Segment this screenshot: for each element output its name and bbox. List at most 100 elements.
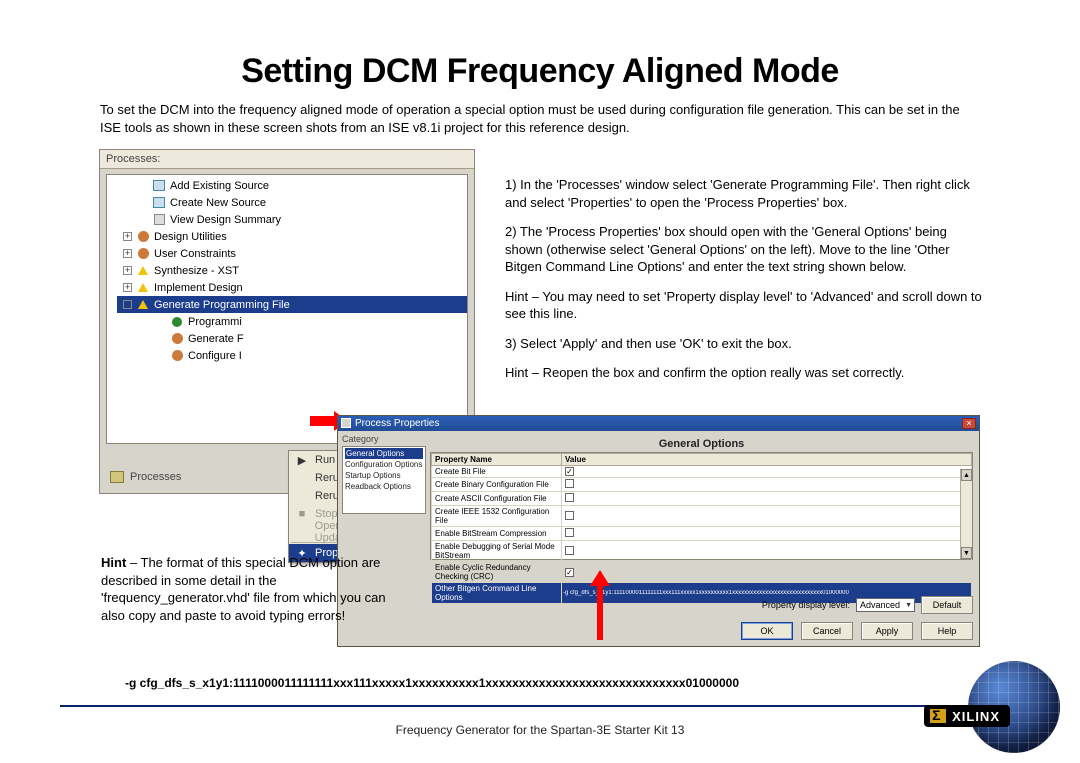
tree-item[interactable]: + Synthesize - XST bbox=[117, 262, 467, 279]
tree-expander-icon[interactable]: + bbox=[123, 232, 132, 241]
tree-item[interactable]: + Design Utilities bbox=[117, 228, 467, 245]
properties-table[interactable]: Property NameValueCreate Bit File✓Create… bbox=[431, 453, 972, 604]
property-value[interactable]: ✓ bbox=[562, 466, 972, 478]
tree-expander-icon[interactable]: + bbox=[123, 283, 132, 292]
checkbox[interactable] bbox=[565, 479, 574, 488]
tree-item[interactable]: + User Constraints bbox=[117, 245, 467, 262]
display-level-label: Property display level: bbox=[762, 600, 850, 610]
table-row[interactable]: Enable Debugging of Serial Mode BitStrea… bbox=[432, 541, 972, 562]
checkbox[interactable] bbox=[565, 546, 574, 555]
tree-item[interactable]: Generate F bbox=[117, 330, 467, 347]
instruction-step-2: 2) The 'Process Properties' box should o… bbox=[505, 223, 985, 276]
category-list[interactable]: General OptionsConfiguration OptionsStar… bbox=[342, 446, 426, 514]
tree-item-label: Generate Programming File bbox=[154, 299, 290, 311]
property-name: Enable Debugging of Serial Mode BitStrea… bbox=[432, 541, 562, 562]
menu-item-label: Stop bbox=[315, 508, 338, 520]
checkbox[interactable] bbox=[565, 511, 574, 520]
brand-label: XILINX bbox=[952, 709, 1000, 724]
tree-item[interactable]: Configure I bbox=[117, 347, 467, 364]
process-properties-window: Process Properties × Category General Op… bbox=[337, 415, 980, 647]
intro-paragraph: To set the DCM into the frequency aligne… bbox=[100, 101, 980, 136]
brand-badge: XILINX bbox=[924, 705, 1010, 727]
property-name: Enable BitStream Compression bbox=[432, 527, 562, 541]
tree-item-label: Add Existing Source bbox=[170, 180, 269, 192]
display-level-select[interactable]: Advanced bbox=[856, 598, 915, 612]
category-item[interactable]: Configuration Options bbox=[345, 459, 423, 470]
processes-tab[interactable]: Processes bbox=[106, 467, 181, 487]
close-icon[interactable]: × bbox=[962, 418, 976, 429]
footer-text: Frequency Generator for the Spartan-3E S… bbox=[0, 723, 1080, 737]
category-item[interactable]: General Options bbox=[345, 448, 423, 459]
warn-icon bbox=[136, 299, 150, 311]
property-name: Create Bit File bbox=[432, 466, 562, 478]
help-button[interactable]: Help bbox=[921, 622, 973, 640]
warn-icon bbox=[136, 265, 150, 277]
tree-expander-icon[interactable]: - bbox=[123, 300, 132, 309]
property-value[interactable] bbox=[562, 527, 972, 541]
scrollbar[interactable]: ▲ ▼ bbox=[960, 469, 972, 559]
process-properties-title: Process Properties bbox=[341, 418, 439, 429]
property-value[interactable] bbox=[562, 478, 972, 492]
apply-button[interactable]: Apply bbox=[861, 622, 913, 640]
report-icon bbox=[152, 214, 166, 226]
category-label: Category bbox=[342, 434, 426, 444]
instruction-column: 1) In the 'Processes' window select 'Gen… bbox=[505, 176, 985, 394]
options-section-title: General Options bbox=[430, 435, 973, 452]
table-row[interactable]: Create ASCII Configuration File bbox=[432, 492, 972, 506]
column-header[interactable]: Value bbox=[562, 454, 972, 466]
property-name: Create IEEE 1532 Configuration File bbox=[432, 506, 562, 527]
doc-icon bbox=[152, 180, 166, 192]
tree-expander-icon[interactable]: + bbox=[123, 249, 132, 258]
checkbox[interactable]: ✓ bbox=[565, 568, 574, 577]
checkbox[interactable] bbox=[565, 493, 574, 502]
property-name: Create ASCII Configuration File bbox=[432, 492, 562, 506]
processes-tree[interactable]: Add Existing Source Create New SourceView… bbox=[106, 174, 468, 444]
property-value[interactable] bbox=[562, 541, 972, 562]
table-row[interactable]: Create IEEE 1532 Configuration File bbox=[432, 506, 972, 527]
menu-item-icon: ■ bbox=[295, 508, 309, 520]
property-value[interactable] bbox=[562, 506, 972, 527]
tree-item[interactable]: + Implement Design bbox=[117, 279, 467, 296]
column-header[interactable]: Property Name bbox=[432, 454, 562, 466]
category-item[interactable]: Readback Options bbox=[345, 481, 423, 492]
ok-button[interactable]: OK bbox=[741, 622, 793, 640]
tree-item-label: User Constraints bbox=[154, 248, 236, 260]
table-row[interactable]: Enable Cyclic Redundancy Checking (CRC)✓ bbox=[432, 562, 972, 583]
cancel-button[interactable]: Cancel bbox=[801, 622, 853, 640]
annotation-arrow-icon bbox=[590, 570, 610, 646]
default-button[interactable]: Default bbox=[921, 596, 973, 614]
table-row[interactable]: Enable BitStream Compression bbox=[432, 527, 972, 541]
tree-item[interactable]: Create New Source bbox=[117, 194, 467, 211]
hint-text: – The format of this special DCM option … bbox=[101, 555, 386, 623]
gear-icon bbox=[136, 248, 150, 260]
tree-item-label: Design Utilities bbox=[154, 231, 227, 243]
tree-item[interactable]: - Generate Programming File bbox=[117, 296, 467, 313]
tree-item[interactable]: View Design Summary bbox=[117, 211, 467, 228]
properties-table-wrap: Property NameValueCreate Bit File✓Create… bbox=[430, 452, 973, 560]
property-name: Create Binary Configuration File bbox=[432, 478, 562, 492]
menu-item-label: Run bbox=[315, 454, 335, 466]
table-row[interactable]: Create Bit File✓ bbox=[432, 466, 972, 478]
instruction-step-1: 1) In the 'Processes' window select 'Gen… bbox=[505, 176, 985, 211]
property-name: Enable Cyclic Redundancy Checking (CRC) bbox=[432, 562, 562, 583]
tree-item-label: Synthesize - XST bbox=[154, 265, 239, 277]
table-row[interactable]: Create Binary Configuration File bbox=[432, 478, 972, 492]
tree-item-label: Generate F bbox=[188, 333, 244, 345]
tree-item[interactable]: Programmi bbox=[117, 313, 467, 330]
scroll-down-icon[interactable]: ▼ bbox=[961, 547, 972, 559]
page-title: Setting DCM Frequency Aligned Mode bbox=[0, 52, 1080, 91]
tree-expander-icon[interactable]: + bbox=[123, 266, 132, 275]
checkbox[interactable]: ✓ bbox=[565, 467, 574, 476]
property-value[interactable]: ✓ bbox=[562, 562, 972, 583]
instruction-hint-2: Hint – Reopen the box and confirm the op… bbox=[505, 364, 985, 382]
process-properties-titlebar[interactable]: Process Properties × bbox=[338, 416, 979, 431]
scroll-up-icon[interactable]: ▲ bbox=[961, 469, 972, 481]
processes-tab-icon bbox=[110, 471, 124, 483]
gear-icon bbox=[170, 350, 184, 362]
instruction-hint-1: Hint – You may need to set 'Property dis… bbox=[505, 288, 985, 323]
checkbox[interactable] bbox=[565, 528, 574, 537]
category-item[interactable]: Startup Options bbox=[345, 470, 423, 481]
property-value[interactable] bbox=[562, 492, 972, 506]
tree-item[interactable]: Add Existing Source bbox=[117, 177, 467, 194]
tree-item-label: Implement Design bbox=[154, 282, 243, 294]
